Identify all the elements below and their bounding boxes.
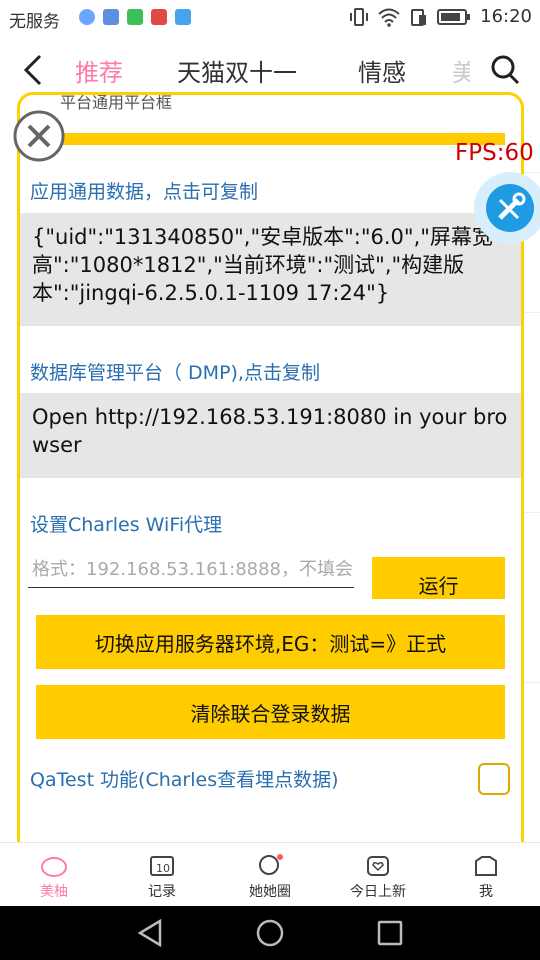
panel-top-partial-text: 平台通用平台框 [60, 93, 173, 112]
battery-icon [437, 8, 471, 25]
close-circle-icon[interactable] [12, 109, 66, 163]
svg-text:10: 10 [156, 862, 170, 875]
calendar-icon: 10 [150, 856, 174, 876]
bottom-tab-me[interactable]: 我 [432, 843, 540, 907]
tools-ball-icon[interactable] [470, 170, 540, 246]
divider [522, 682, 540, 683]
debug-panel: 平台通用平台框 应用通用数据，点击可复制 {"uid":"131340850",… [17, 92, 524, 864]
chevron-left-icon[interactable] [22, 54, 46, 86]
vibrate-icon [350, 7, 369, 26]
panel-top-button-edge[interactable] [37, 133, 505, 145]
bottom-tab-label: 今日上新 [350, 884, 406, 900]
notification-app-icon [175, 9, 191, 25]
notification-app-icon [151, 9, 167, 25]
dmp-content: Open http://192.168.53.191:8080 in your … [32, 405, 508, 457]
bottom-tab-record[interactable]: 10 记录 [108, 843, 216, 907]
nav-recents-icon[interactable] [376, 919, 404, 947]
notification-icons [79, 9, 191, 25]
chat-circle-icon [259, 854, 283, 875]
home-icon [41, 857, 67, 877]
bottom-tab-label: 记录 [148, 884, 176, 900]
status-bar: 无服务 16:20 [0, 0, 540, 36]
dmp-title: 数据库管理平台（ DMP),点击复制 [30, 362, 320, 384]
app-data-content: {"uid":"131340850","安卓版本":"6.0","屏幕宽高":"… [32, 225, 493, 305]
bottom-tab-label: 我 [479, 884, 493, 900]
heart-bag-icon [367, 856, 389, 876]
search-icon[interactable] [490, 54, 520, 86]
notification-app-icon [127, 9, 143, 25]
sim-icon [411, 8, 427, 26]
tab-tmall-double-eleven[interactable]: 天猫双十一 [177, 53, 297, 88]
charles-title: 设置Charles WiFi代理 [30, 514, 223, 536]
bottom-tab-new-today[interactable]: 今日上新 [324, 843, 432, 907]
profile-icon [475, 856, 497, 876]
tab-recommend[interactable]: 推荐 [75, 53, 123, 88]
charles-proxy-input[interactable] [28, 551, 354, 588]
clear-login-button[interactable]: 清除联合登录数据 [36, 685, 505, 739]
nav-back-icon[interactable] [136, 919, 164, 947]
tab-beauty-partial[interactable]: 美 [452, 53, 470, 88]
bottom-tab-circle[interactable]: 她她圈 [216, 843, 324, 907]
fps-counter: FPS:60 [455, 140, 534, 166]
clock: 16:20 [480, 6, 532, 27]
app-data-title: 应用通用数据，点击可复制 [30, 181, 259, 203]
bottom-tab-bar: 美柚 10 记录 她她圈 今日上新 我 [0, 842, 540, 907]
qatest-label: QaTest 功能(Charles查看埋点数据) [30, 769, 339, 791]
qatest-checkbox[interactable] [478, 763, 510, 795]
notification-app-icon [79, 9, 95, 25]
divider [522, 312, 540, 313]
status-icons: 16:20 [350, 6, 532, 27]
bottom-tab-label: 她她圈 [249, 884, 291, 900]
dmp-box[interactable]: Open http://192.168.53.191:8080 in your … [20, 393, 521, 478]
carrier-text: 无服务 [9, 12, 60, 32]
tab-emotion[interactable]: 情感 [358, 53, 406, 88]
switch-env-button[interactable]: 切换应用服务器环境,EG：测试=》正式 [36, 615, 505, 669]
bottom-tab-meiyou[interactable]: 美柚 [0, 843, 108, 907]
notification-app-icon [103, 9, 119, 25]
wifi-icon [378, 8, 400, 27]
divider [522, 512, 540, 513]
bottom-tab-label: 美柚 [40, 884, 68, 900]
app-data-box[interactable]: {"uid":"131340850","安卓版本":"6.0","屏幕宽高":"… [20, 213, 521, 326]
system-nav-bar [0, 906, 540, 960]
nav-home-icon[interactable] [256, 919, 284, 947]
run-button[interactable]: 运行 [372, 557, 505, 599]
